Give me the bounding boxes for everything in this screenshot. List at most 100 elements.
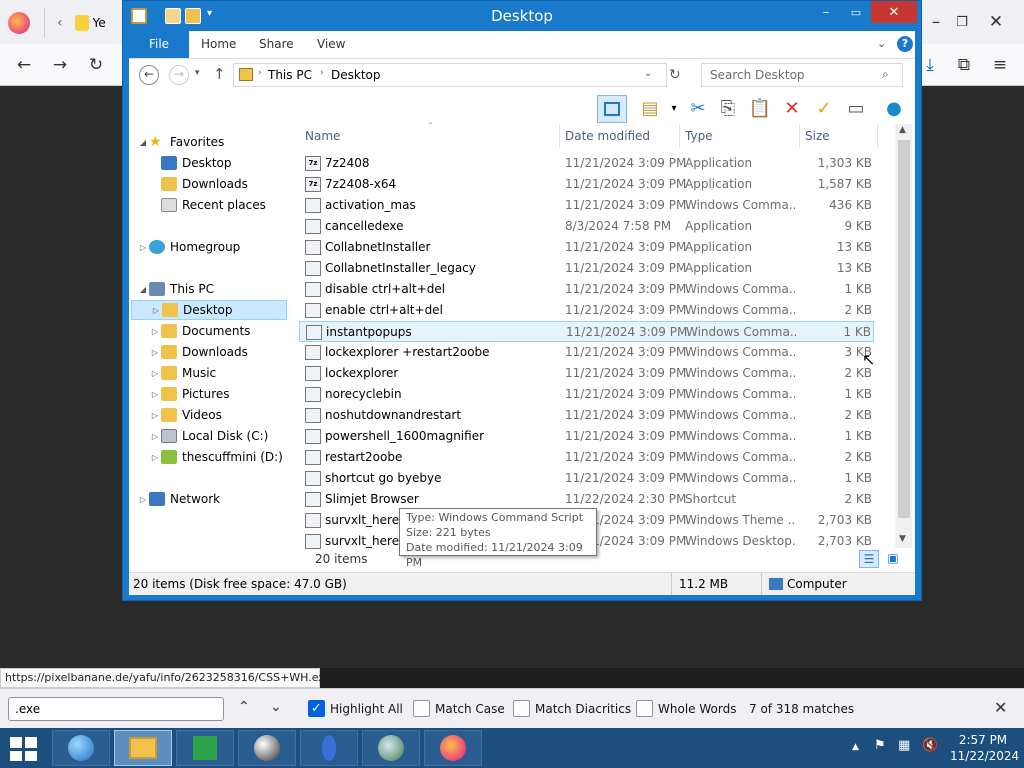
help-icon[interactable]: ?: [897, 36, 913, 52]
find-input[interactable]: .exe: [8, 697, 224, 721]
table-row[interactable]: instantpopups 11/21/2024 3:09 PM Windows C…: [299, 321, 874, 342]
browser-tab[interactable]: ‹ Ye: [44, 8, 124, 38]
breadcrumb-this-pc[interactable]: This PC: [268, 68, 312, 82]
restore-icon[interactable]: ❐: [948, 8, 976, 36]
nav-fav-recent[interactable]: Recent places: [149, 195, 309, 215]
column-name[interactable]: Name: [305, 129, 340, 143]
nav-fav-desktop[interactable]: Desktop: [149, 153, 309, 173]
find-previous-icon[interactable]: ⌃: [238, 699, 250, 715]
column-date-modified[interactable]: Date modified: [565, 129, 650, 143]
paste-icon[interactable]: 📋: [747, 95, 773, 121]
copy-icon[interactable]: ⎘: [715, 95, 741, 121]
nav-homegroup[interactable]: ▷ Homegroup: [137, 237, 297, 257]
tab-share[interactable]: Share: [259, 31, 294, 58]
table-row[interactable]: 7z 7z2408-x64 11/21/2024 3:09 PM Applicatio…: [299, 174, 874, 195]
details-view-icon[interactable]: ☰: [859, 550, 879, 568]
table-row[interactable]: Slimjet Browser 11/22/2024 2:30 PM Shortcu…: [299, 489, 874, 510]
scroll-up-icon[interactable]: ▲: [899, 125, 906, 135]
delete-icon[interactable]: ✕: [779, 95, 805, 121]
ribbon-expand-icon[interactable]: ⌄: [877, 37, 886, 50]
tab-file[interactable]: File: [129, 31, 189, 58]
table-row[interactable]: CollabnetInstaller 11/21/2024 3:09 PM Appl…: [299, 237, 874, 258]
search-input[interactable]: Search Desktop ⌕: [701, 63, 903, 87]
large-icons-view-icon[interactable]: ▣: [883, 550, 903, 568]
vertical-scrollbar[interactable]: ▲ ▼: [895, 124, 912, 548]
maximize-icon[interactable]: ▭: [841, 1, 871, 23]
table-row[interactable]: activation_mas 11/21/2024 3:09 PM Windows …: [299, 195, 874, 216]
action-center-flag-icon[interactable]: ⚑: [874, 738, 886, 753]
minimize-icon[interactable]: –: [813, 1, 839, 23]
tray-expand-icon[interactable]: ▲: [852, 742, 859, 752]
forward-icon[interactable]: →: [46, 51, 74, 79]
taskbar-app-fish-icon[interactable]: [300, 730, 358, 766]
start-button-icon[interactable]: [10, 737, 38, 761]
nav-pc-documents[interactable]: ▷ Documents: [149, 321, 309, 341]
nav-pc-local-disk[interactable]: ▷ Local Disk (C:): [149, 426, 309, 446]
match-case-checkbox[interactable]: [413, 700, 430, 717]
close-icon[interactable]: ✕: [982, 8, 1010, 36]
move-dropdown-icon[interactable]: ▾: [661, 95, 687, 121]
preview-pane-icon[interactable]: [597, 95, 627, 123]
column-size[interactable]: Size: [805, 129, 830, 143]
table-row[interactable]: disable ctrl+alt+del 11/21/2024 3:09 PM Wi…: [299, 279, 874, 300]
nav-favorites[interactable]: ◢ ★ Favorites: [137, 132, 297, 152]
properties-icon[interactable]: ▭: [843, 95, 869, 121]
nav-pc-pictures[interactable]: ▷ Pictures: [149, 384, 309, 404]
table-row[interactable]: noshutdownandrestart 11/21/2024 3:09 PM Wi…: [299, 405, 874, 426]
nav-pc-downloads[interactable]: ▷ Downloads: [149, 342, 309, 362]
address-bar[interactable]: › This PC › Desktop ⌄: [233, 63, 667, 87]
table-row[interactable]: shortcut go byebye 11/21/2024 3:09 PM Wind…: [299, 468, 874, 489]
up-icon[interactable]: ↑: [213, 65, 226, 83]
extensions-icon[interactable]: ⧉: [950, 51, 978, 79]
search-icon[interactable]: ⌕: [882, 67, 889, 82]
options-icon[interactable]: ●: [881, 95, 907, 121]
scroll-down-icon[interactable]: ▼: [899, 534, 906, 544]
firefox-icon[interactable]: [8, 12, 30, 34]
clock[interactable]: 2:57 PM 11/22/2024: [950, 732, 1019, 764]
forward-icon[interactable]: →: [169, 65, 189, 85]
refresh-icon[interactable]: ↻: [669, 67, 681, 83]
table-row[interactable]: powershell_1600magnifier 11/21/2024 3:09 …: [299, 426, 874, 447]
nav-fav-downloads[interactable]: Downloads: [149, 174, 309, 194]
volume-muted-icon[interactable]: 🔇: [922, 738, 938, 753]
minimize-icon[interactable]: –: [922, 8, 950, 36]
table-row[interactable]: enable ctrl+alt+del 11/21/2024 3:09 PM Win…: [299, 300, 874, 321]
back-icon[interactable]: ←: [139, 65, 159, 85]
table-row[interactable]: norecyclebin 11/21/2024 3:09 PM Windows Co…: [299, 384, 874, 405]
taskbar-ie-icon[interactable]: [52, 730, 110, 766]
column-type[interactable]: Type: [685, 129, 713, 143]
address-dropdown-icon[interactable]: ⌄: [644, 68, 652, 79]
cut-icon[interactable]: ✂: [685, 95, 711, 121]
tab-home[interactable]: Home: [201, 31, 236, 58]
nav-pc-usb-drive[interactable]: ▷ thescuffmini (D:): [149, 447, 309, 467]
move-to-icon[interactable]: ▤: [637, 95, 663, 121]
nav-pc-desktop[interactable]: ▷ Desktop: [131, 300, 287, 320]
table-row[interactable]: CollabnetInstaller_legacy 11/21/2024 3:09…: [299, 258, 874, 279]
reload-icon[interactable]: ↻: [82, 51, 110, 79]
back-icon[interactable]: ←: [10, 51, 38, 79]
whole-words-checkbox[interactable]: [636, 700, 653, 717]
nav-this-pc[interactable]: ◢ This PC: [137, 279, 297, 299]
taskbar-app-globe-icon[interactable]: [362, 730, 420, 766]
breadcrumb-desktop[interactable]: Desktop: [331, 68, 381, 82]
recent-dropdown-icon[interactable]: ▾: [195, 68, 200, 78]
match-diacritics-checkbox[interactable]: [513, 700, 530, 717]
rename-icon[interactable]: ✓: [811, 95, 837, 121]
table-row[interactable]: 7z 7z2408 11/21/2024 3:09 PM Application 1,3…: [299, 153, 874, 174]
table-row[interactable]: restart2oobe 11/21/2024 3:09 PM Windows Co…: [299, 447, 874, 468]
taskbar-store-icon[interactable]: [176, 730, 234, 766]
close-find-icon[interactable]: ✕: [994, 698, 1007, 717]
taskbar-app-sphere-icon[interactable]: [238, 730, 296, 766]
find-next-icon[interactable]: ⌄: [270, 699, 282, 715]
nav-pc-videos[interactable]: ▷ Videos: [149, 405, 309, 425]
network-tray-icon[interactable]: ▦: [898, 738, 910, 753]
highlight-all-checkbox[interactable]: ✓: [308, 700, 325, 717]
taskbar-explorer-icon[interactable]: [114, 730, 172, 766]
taskbar-firefox-icon[interactable]: [424, 730, 482, 766]
table-row[interactable]: cancelledexe 8/3/2024 7:58 PM Application 9…: [299, 216, 874, 237]
nav-pc-music[interactable]: ▷ Music: [149, 363, 309, 383]
scroll-thumb[interactable]: [898, 140, 910, 518]
table-row[interactable]: lockexplorer 11/21/2024 3:09 PM Windows Co…: [299, 363, 874, 384]
title-bar[interactable]: ▾ Desktop – ▭ ✕: [123, 1, 921, 31]
tab-view[interactable]: View: [317, 31, 345, 58]
